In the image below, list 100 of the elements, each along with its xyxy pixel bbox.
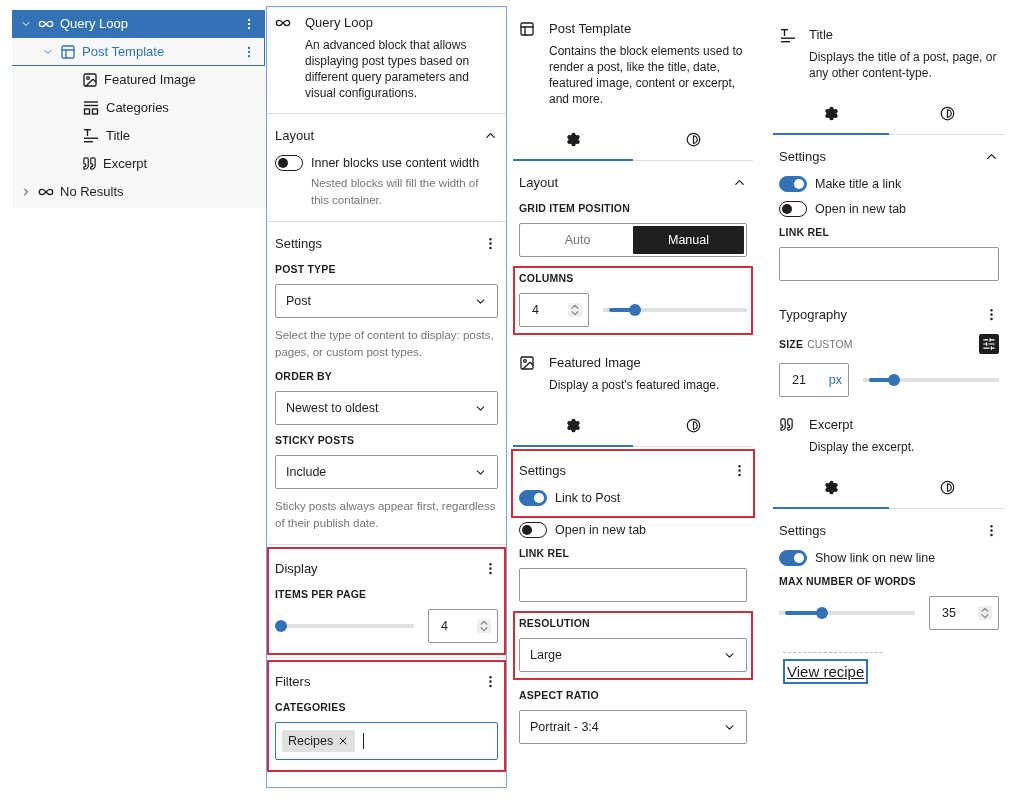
toggle-label: Open in new tab xyxy=(555,523,648,537)
half-circle-icon xyxy=(939,105,955,121)
field-label: GRID ITEM POSITION xyxy=(519,202,631,214)
half-circle-icon xyxy=(939,479,955,495)
field-label: POST TYPE xyxy=(275,263,337,275)
field-label: LINK REL xyxy=(519,547,570,559)
read-more-link[interactable]: View recipe xyxy=(783,659,869,684)
text-cursor xyxy=(363,733,365,749)
toggle-label: Show link on new line xyxy=(815,551,937,565)
segment-option[interactable]: Manual xyxy=(633,226,744,254)
block-description: Display the excerpt. xyxy=(809,439,916,455)
toggle-label: Make title a link xyxy=(815,177,903,191)
field-label: RESOLUTION xyxy=(519,617,591,629)
section-title: Typography xyxy=(779,306,847,322)
section-title: Filters xyxy=(275,673,311,689)
toggle-switch[interactable] xyxy=(779,550,807,566)
half-circle-icon xyxy=(685,417,701,433)
slider-thumb[interactable] xyxy=(275,620,287,632)
select-field[interactable]: Newest to oldest xyxy=(275,391,498,425)
block-description: Display a post's featured image. xyxy=(549,377,721,393)
section-title: Settings xyxy=(519,462,566,478)
number-field[interactable]: 4 xyxy=(428,609,498,643)
block-name: Excerpt xyxy=(103,156,149,171)
field-label: ITEMS PER PAGE xyxy=(275,588,368,600)
quote-icon xyxy=(82,156,97,171)
token-label: Recipes xyxy=(288,734,334,748)
quote-icon xyxy=(779,417,794,432)
title-icon xyxy=(82,126,100,145)
block-name: No Results xyxy=(60,184,125,199)
gear-icon xyxy=(565,131,581,147)
block-title: Post Template xyxy=(549,21,633,37)
block-description: Displays the title of a post, page, or any other content-type. xyxy=(809,49,998,81)
section-title: Settings xyxy=(779,148,826,164)
input-field[interactable] xyxy=(779,247,999,281)
toggle-switch[interactable] xyxy=(779,176,807,192)
field-label: MAX NUMBER OF WORDS xyxy=(779,575,917,587)
slider-thumb[interactable] xyxy=(816,607,829,619)
block-name: Title xyxy=(106,128,132,143)
select-field[interactable]: Include xyxy=(275,455,498,489)
block-title: Query Loop xyxy=(305,15,374,31)
block-title: Excerpt xyxy=(809,417,855,433)
help-text: Nested blocks will fill the width of this container. xyxy=(311,176,480,208)
section-title: Settings xyxy=(779,522,826,538)
toggle-label: Inner blocks use content width xyxy=(311,156,481,170)
number-field[interactable]: 35 xyxy=(929,596,999,630)
number-field[interactable]: 4 xyxy=(519,293,589,327)
list-view-item[interactable]: Title xyxy=(12,122,265,150)
list-view-item[interactable]: Categories xyxy=(12,94,265,122)
unit-label: px xyxy=(828,373,842,387)
section-title: Layout xyxy=(275,127,315,143)
block-title: Featured Image xyxy=(549,355,642,371)
help-text: Select the type of content to display: posts, pages, or custom post types. xyxy=(275,328,495,360)
block-name: Featured Image xyxy=(104,72,197,87)
list-view-item[interactable]: Query Loop xyxy=(12,10,265,38)
gear-icon xyxy=(823,105,839,121)
section-title: Layout xyxy=(519,174,559,190)
toggle-label: Open in new tab xyxy=(815,202,908,216)
field-label: STICKY POSTS xyxy=(275,434,356,446)
gear-icon xyxy=(565,417,581,433)
block-description: An advanced block that allows displaying post types based on different query parameters and visual configurations. xyxy=(305,37,471,101)
input-field[interactable] xyxy=(519,568,747,602)
slider-thumb[interactable] xyxy=(629,304,642,316)
list-view-item[interactable]: Post Template xyxy=(12,38,265,66)
title-icon xyxy=(779,27,797,45)
field-label: ASPECT RATIO xyxy=(519,689,600,701)
block-name: Post Template xyxy=(82,44,166,59)
section-title: Settings xyxy=(275,235,322,251)
sliders-icon xyxy=(982,337,996,351)
layout-icon xyxy=(60,43,76,60)
list-view-item[interactable]: Excerpt xyxy=(12,150,265,178)
layout-icon xyxy=(519,21,535,37)
toggle-switch[interactable] xyxy=(519,522,547,538)
image-icon xyxy=(519,355,535,371)
half-circle-icon xyxy=(685,131,701,147)
field-hint: CUSTOM xyxy=(807,338,853,350)
toggle-switch[interactable] xyxy=(519,490,547,506)
select-field[interactable]: Post xyxy=(275,284,498,318)
number-field[interactable]: 21 px xyxy=(779,363,849,397)
categories-icon xyxy=(82,98,100,117)
sliders-button[interactable] xyxy=(979,334,999,354)
select-field[interactable]: Portrait - 3:4 xyxy=(519,710,747,744)
gear-icon xyxy=(823,479,839,495)
field-label: CATEGORIES xyxy=(275,701,347,713)
toggle-switch[interactable] xyxy=(275,155,303,171)
image-icon xyxy=(82,71,98,88)
toggle-label: Link to Post xyxy=(555,491,622,505)
token-field[interactable]: Recipes xyxy=(275,722,498,760)
field-label: COLUMNS xyxy=(519,272,575,284)
field-label: SIZE xyxy=(779,338,804,350)
list-view-item[interactable]: No Results xyxy=(12,178,265,206)
field-label: LINK REL xyxy=(779,226,830,238)
toggle-switch[interactable] xyxy=(779,201,807,217)
block-description: Contains the block elements used to render a post, like the title, date, featured image, content or excerpt, and more. xyxy=(549,43,744,107)
slider-thumb[interactable] xyxy=(887,374,900,386)
select-field[interactable]: Large xyxy=(519,638,747,672)
section-title: Display xyxy=(275,560,318,576)
block-name: Categories xyxy=(106,100,170,115)
help-text: Sticky posts always appear first, regardless of their publish date. xyxy=(275,499,497,531)
block-title: Title xyxy=(809,27,835,43)
list-view-item[interactable]: Featured Image xyxy=(12,66,265,94)
